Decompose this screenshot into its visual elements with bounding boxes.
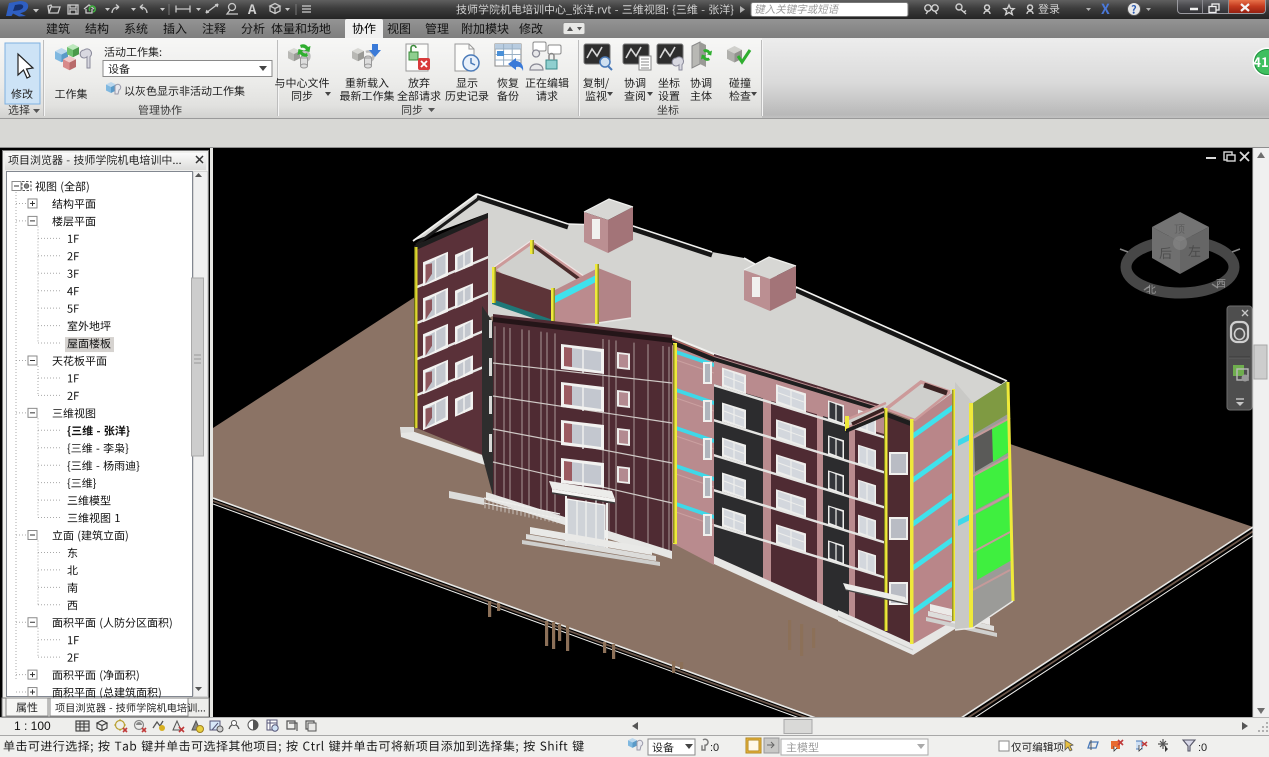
svg-text::0: :0 — [710, 742, 719, 754]
svg-text::0: :0 — [1198, 742, 1207, 754]
svg-text:1 : 100: 1 : 100 — [14, 719, 51, 733]
